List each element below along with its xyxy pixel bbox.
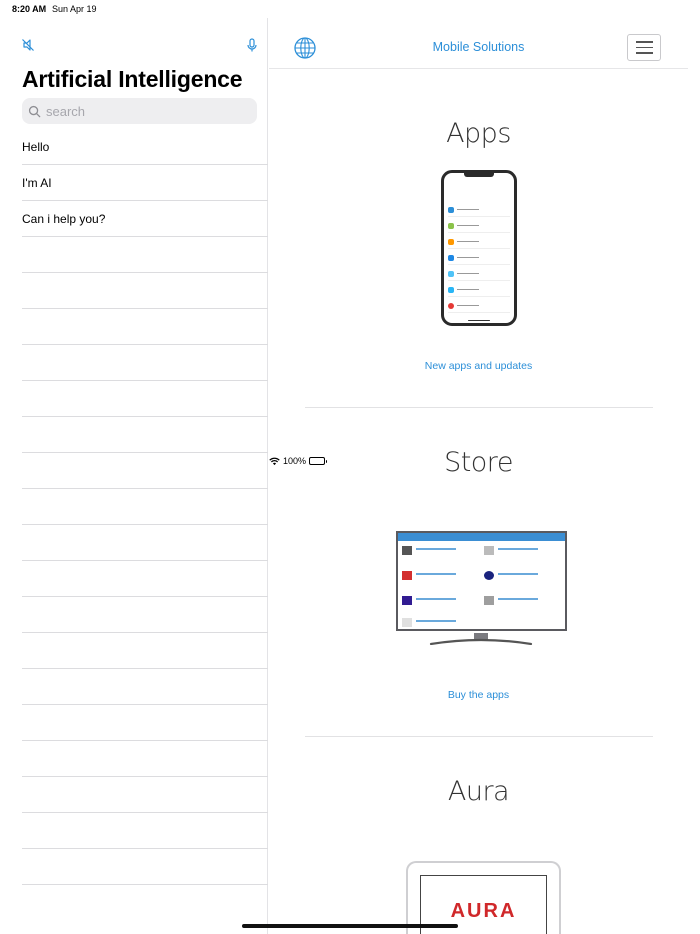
aura-logo: AURA <box>450 900 517 922</box>
list-item-empty <box>22 489 268 525</box>
list-item-empty <box>22 561 268 597</box>
hamburger-icon <box>635 41 653 43</box>
speaker-mute-icon[interactable] <box>20 37 36 53</box>
list-item-empty <box>22 525 268 561</box>
list-item-empty <box>22 669 268 705</box>
list-item-empty <box>22 273 268 309</box>
section-title-store: Store <box>444 447 513 478</box>
main-content: Mobile Solutions Apps ​ New apps and upd… <box>269 18 700 934</box>
list-item-empty <box>22 741 268 777</box>
section-divider <box>305 407 653 408</box>
buy-apps-link[interactable]: Buy the apps <box>269 689 688 701</box>
list-item-label: Hello <box>22 139 50 154</box>
list-item-empty <box>22 705 268 741</box>
microphone-icon[interactable] <box>244 37 260 53</box>
list-item-empty <box>22 453 268 489</box>
menu-button[interactable] <box>627 34 661 61</box>
list-item[interactable]: Can i help you? <box>22 201 268 237</box>
list-item-empty <box>22 597 268 633</box>
search-input[interactable] <box>46 103 246 119</box>
section-title-apps: Apps <box>446 118 511 149</box>
list-item[interactable]: Hello <box>22 129 268 165</box>
nav-title: Mobile Solutions <box>432 40 525 54</box>
tv-image <box>396 531 567 631</box>
list-item-empty <box>22 345 268 381</box>
status-bar: 8:20 AM Sun Apr 19 100% <box>0 0 700 466</box>
navigation-bar: Mobile Solutions <box>269 18 688 69</box>
home-indicator[interactable] <box>242 924 458 928</box>
list-item[interactable]: I'm AI <box>22 165 268 201</box>
list-item-empty <box>22 417 268 453</box>
list-item-empty <box>22 849 268 885</box>
section-divider <box>305 736 653 737</box>
search-icon <box>28 105 41 117</box>
list-item-label: I'm AI <box>22 175 52 190</box>
sidebar: Artificial Intelligence Hello I'm AI Can… <box>0 18 268 934</box>
phone-image: ​ <box>441 170 517 326</box>
list-item-empty <box>22 633 268 669</box>
list-item-empty <box>22 813 268 849</box>
message-list: Hello I'm AI Can i help you? <box>22 129 268 885</box>
list-item-label: Can i help you? <box>22 211 106 226</box>
list-item-empty <box>22 777 268 813</box>
list-item-empty <box>22 237 268 273</box>
search-bar[interactable] <box>22 98 257 124</box>
tv-base <box>429 638 533 645</box>
section-title-aura: Aura <box>447 776 510 807</box>
list-item-empty <box>22 309 268 345</box>
status-date: Sun Apr 19 <box>52 4 97 14</box>
sidebar-title: Artificial Intelligence <box>22 66 243 92</box>
list-item-empty <box>22 381 268 417</box>
status-time: 8:20 AM <box>12 4 47 14</box>
new-apps-link[interactable]: New apps and updates <box>269 360 688 372</box>
